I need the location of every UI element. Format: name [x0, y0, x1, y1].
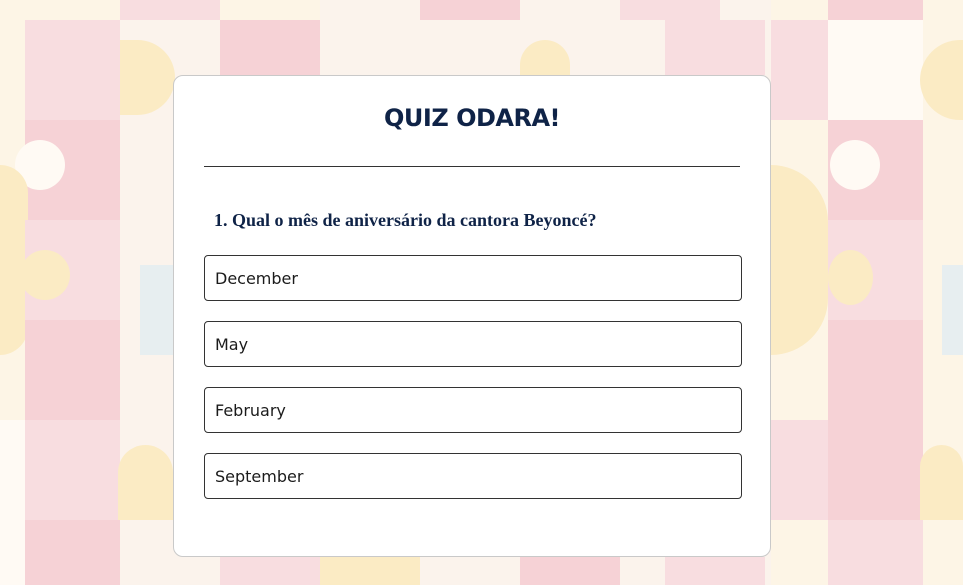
- answer-option-february[interactable]: February: [204, 387, 742, 433]
- title-divider: [204, 166, 740, 167]
- quiz-title: QUIZ ODARA!: [384, 104, 560, 132]
- answer-option-may[interactable]: May: [204, 321, 742, 367]
- answer-option-december[interactable]: December: [204, 255, 742, 301]
- answer-option-september[interactable]: September: [204, 453, 742, 499]
- question-text: 1. Qual o mês de aniversário da cantora …: [214, 210, 597, 230]
- quiz-card: QUIZ ODARA! 1. Qual o mês de aniversário…: [173, 75, 771, 557]
- answer-options: December May February September: [204, 255, 742, 519]
